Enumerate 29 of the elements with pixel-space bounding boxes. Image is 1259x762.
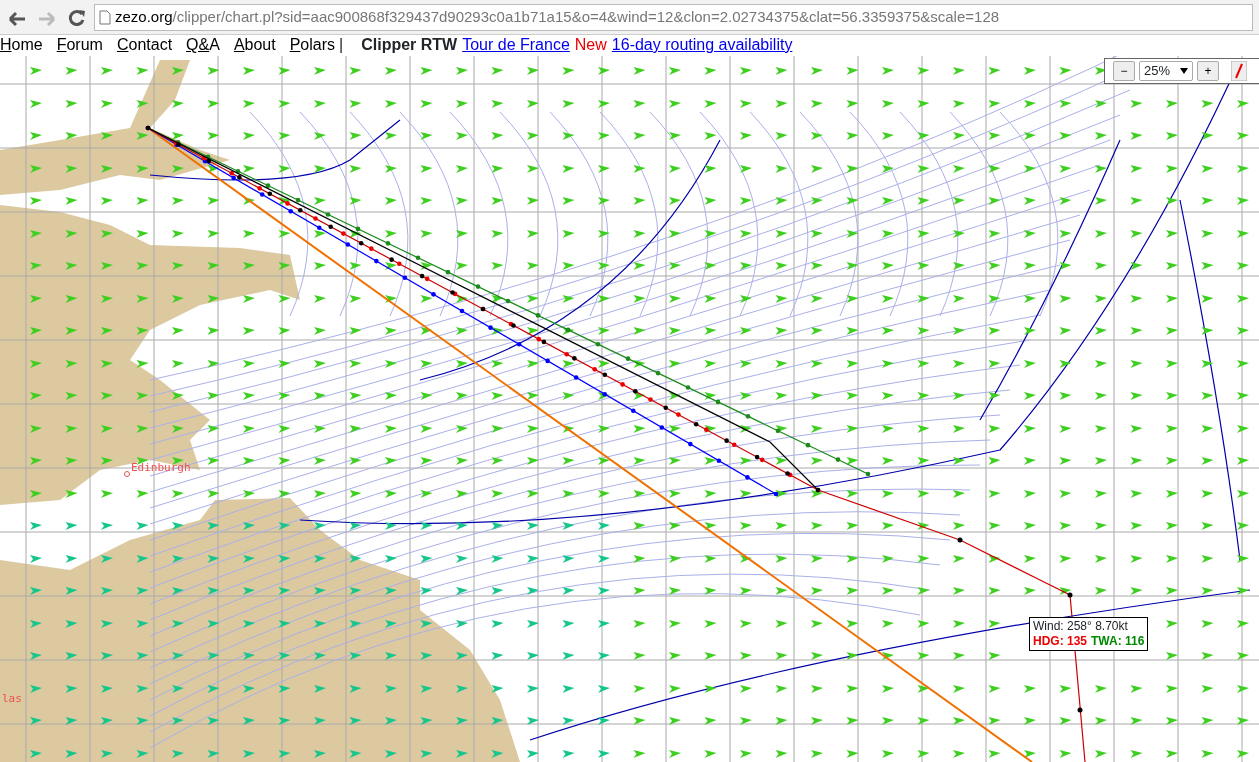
pencil-icon[interactable] <box>1231 61 1247 81</box>
menu-link[interactable]: Q&A <box>186 35 220 56</box>
menu-link[interactable]: About <box>233 35 276 56</box>
race-title: Clipper RTW <box>361 35 458 55</box>
zoom-select[interactable]: 25% <box>1139 61 1193 81</box>
forward-arrow-icon <box>38 10 56 27</box>
page-icon <box>99 9 111 25</box>
wind-reading: Wind: 258° 8.70kt <box>1033 619 1129 634</box>
menu-link[interactable]: Polars <box>289 35 336 56</box>
page-link[interactable]: 16-day routing availability <box>611 35 793 56</box>
menu-link[interactable]: Forum <box>56 35 103 56</box>
url-text: zezo.org/clipper/chart.pl?sid=aac900868f329437d90293c0a1b71a15&o=4&wind=12&clon=2.02734375&clat=56.3359375&scale=128 <box>115 6 1000 27</box>
dropdown-caret-icon <box>1180 68 1188 74</box>
page-link[interactable]: Tour de France <box>462 35 570 56</box>
heading-reading: HDG: 135 <box>1033 634 1088 649</box>
city-marker-icon <box>124 471 130 477</box>
menu-link[interactable]: Contact <box>116 35 173 56</box>
city-label: las <box>2 691 22 707</box>
city-label: Edinburgh <box>131 460 191 476</box>
reload-icon <box>68 9 86 28</box>
back-arrow-icon <box>8 10 26 27</box>
address-bar[interactable]: zezo.org/clipper/chart.pl?sid=aac900868f329437d90293c0a1b71a15&o=4&wind=12&clon=2.02734375&clat=56.3359375&scale=128 <box>94 3 1253 31</box>
menu-separator: | <box>339 35 344 55</box>
zoom-value: 25% <box>1144 62 1171 80</box>
menu-link[interactable]: Home <box>0 35 43 56</box>
new-label: New <box>574 35 607 55</box>
true-wind-angle-reading: TWA: 116 <box>1091 634 1145 649</box>
zoom-out-button[interactable]: − <box>1113 61 1135 81</box>
zoom-in-button[interactable]: + <box>1197 61 1219 81</box>
